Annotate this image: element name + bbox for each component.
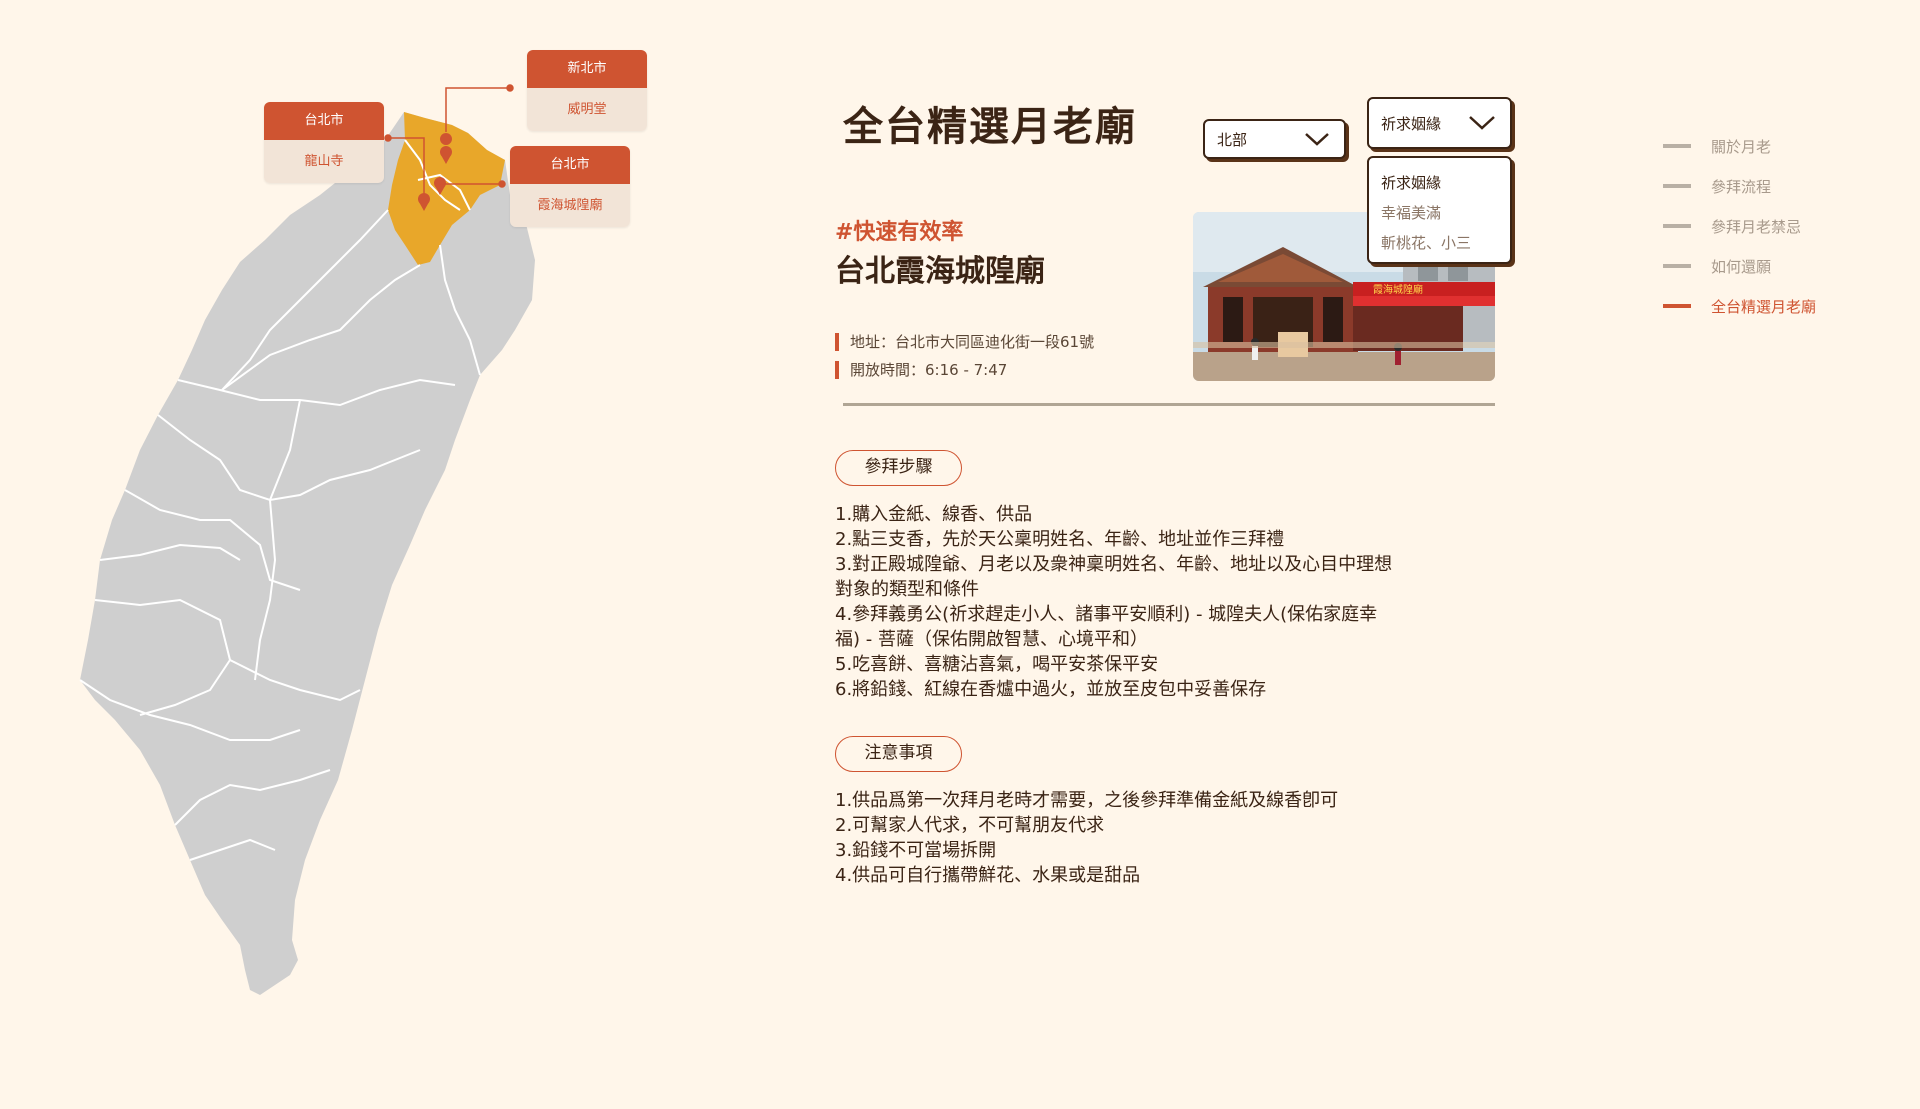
wish-select-value: 祈求姻緣 <box>1381 114 1442 133</box>
note-item: 2.可幫家人代求，不可幫朋友代求 <box>835 815 1105 836</box>
nav-dash <box>1663 304 1691 308</box>
nav-dash <box>1663 184 1691 188</box>
temple-tag: #快速有效率 <box>835 220 964 245</box>
note-item: 1.供品爲第一次拜月老時才需要，之後參拜準備金紙及線香卽可 <box>835 790 1339 811</box>
chevron-down-icon <box>1305 133 1329 146</box>
step-item: 3.對正殿城隍爺、月老以及衆神稟明姓名、年齡、地址以及心目中理想對象的類型和條件 <box>835 554 1393 600</box>
region-select[interactable]: 北部 <box>1203 119 1346 159</box>
map-card-temple: 霞海城隍廟 <box>510 184 630 227</box>
map-card-city: 台北市 <box>264 102 384 140</box>
notes-list: 1.供品爲第一次拜月老時才需要，之後參拜準備金紙及線香卽可 2.可幫家人代求，不… <box>835 788 1395 888</box>
nav-item-label: 關於月老 <box>1711 137 1772 156</box>
temple-name: 台北霞海城隍廟 <box>835 254 1045 289</box>
nav-item-process[interactable]: 參拜流程 <box>1663 166 1816 206</box>
region-select-value: 北部 <box>1217 130 1248 149</box>
step-item: 2.點三支香，先於天公稟明姓名、年齡、地址並作三拜禮 <box>835 529 1285 550</box>
temple-address: 地址：台北市大同區迪化街一段61號 <box>835 333 1094 351</box>
wish-select[interactable]: 祈求姻緣 <box>1367 97 1512 149</box>
nav-item-about[interactable]: 關於月老 <box>1663 126 1816 166</box>
map-card-temple: 龍山寺 <box>264 140 384 183</box>
map-card-longshan[interactable]: 台北市 龍山寺 <box>264 102 384 183</box>
step-item: 1.購入金紙、線香、供品 <box>835 504 1033 525</box>
nav-dash <box>1663 144 1691 148</box>
page-title: 全台精選月老廟 <box>843 104 1137 150</box>
note-item: 4.供品可自行攜帶鮮花、水果或是甜品 <box>835 865 1141 886</box>
section-divider <box>843 403 1495 406</box>
map-card-weiming[interactable]: 新北市 威明堂 <box>527 50 647 131</box>
nav-item-label: 全台精選月老廟 <box>1711 297 1817 316</box>
nav-item-taboos[interactable]: 參拜月老禁忌 <box>1663 206 1816 246</box>
notes-heading: 注意事項 <box>835 736 962 772</box>
note-item: 3.鉛錢不可當場拆開 <box>835 840 997 861</box>
step-item: 5.吃喜餅、喜糖沾喜氣，喝平安茶保平安 <box>835 654 1159 675</box>
map-card-city: 台北市 <box>510 146 630 184</box>
nav-item-label: 參拜流程 <box>1711 177 1772 196</box>
wish-dropdown-menu: 祈求姻緣 幸福美滿 斬桃花、小三 <box>1367 156 1512 264</box>
nav-item-label: 參拜月老禁忌 <box>1711 217 1802 236</box>
temple-hours: 開放時間：6:16 - 7:47 <box>835 361 1007 379</box>
map-card-xiahai[interactable]: 台北市 霞海城隍廟 <box>510 146 630 227</box>
steps-heading: 參拜步驟 <box>835 450 962 486</box>
step-item: 4.參拜義勇公(祈求趕走小人、諸事平安順利) - 城隍夫人(保佑家庭幸福) - … <box>835 604 1378 650</box>
steps-list: 1.購入金紙、線香、供品 2.點三支香，先於天公稟明姓名、年齡、地址並作三拜禮 … <box>835 502 1395 702</box>
map-card-temple: 威明堂 <box>527 88 647 131</box>
nav-dash <box>1663 264 1691 268</box>
side-nav: 關於月老 參拜流程 參拜月老禁忌 如何還願 全台精選月老廟 <box>1663 126 1816 326</box>
nav-item-temples[interactable]: 全台精選月老廟 <box>1663 286 1816 326</box>
chevron-down-icon <box>1469 116 1495 130</box>
step-item: 6.將鉛錢、紅線在香爐中過火，並放至皮包中妥善保存 <box>835 679 1267 700</box>
temple-photo-sign: 霞海城隍廟 <box>1373 283 1423 296</box>
nav-item-repay[interactable]: 如何還願 <box>1663 246 1816 286</box>
map-card-city: 新北市 <box>527 50 647 88</box>
wish-option[interactable]: 幸福美滿 <box>1381 198 1510 228</box>
nav-item-label: 如何還願 <box>1711 257 1772 276</box>
wish-option[interactable]: 斬桃花、小三 <box>1381 228 1510 258</box>
wish-option[interactable]: 祈求姻緣 <box>1381 168 1510 198</box>
nav-dash <box>1663 224 1691 228</box>
taiwan-map: 新北市 威明堂 台北市 龍山寺 台北市 霞海城隍廟 <box>0 0 700 1109</box>
